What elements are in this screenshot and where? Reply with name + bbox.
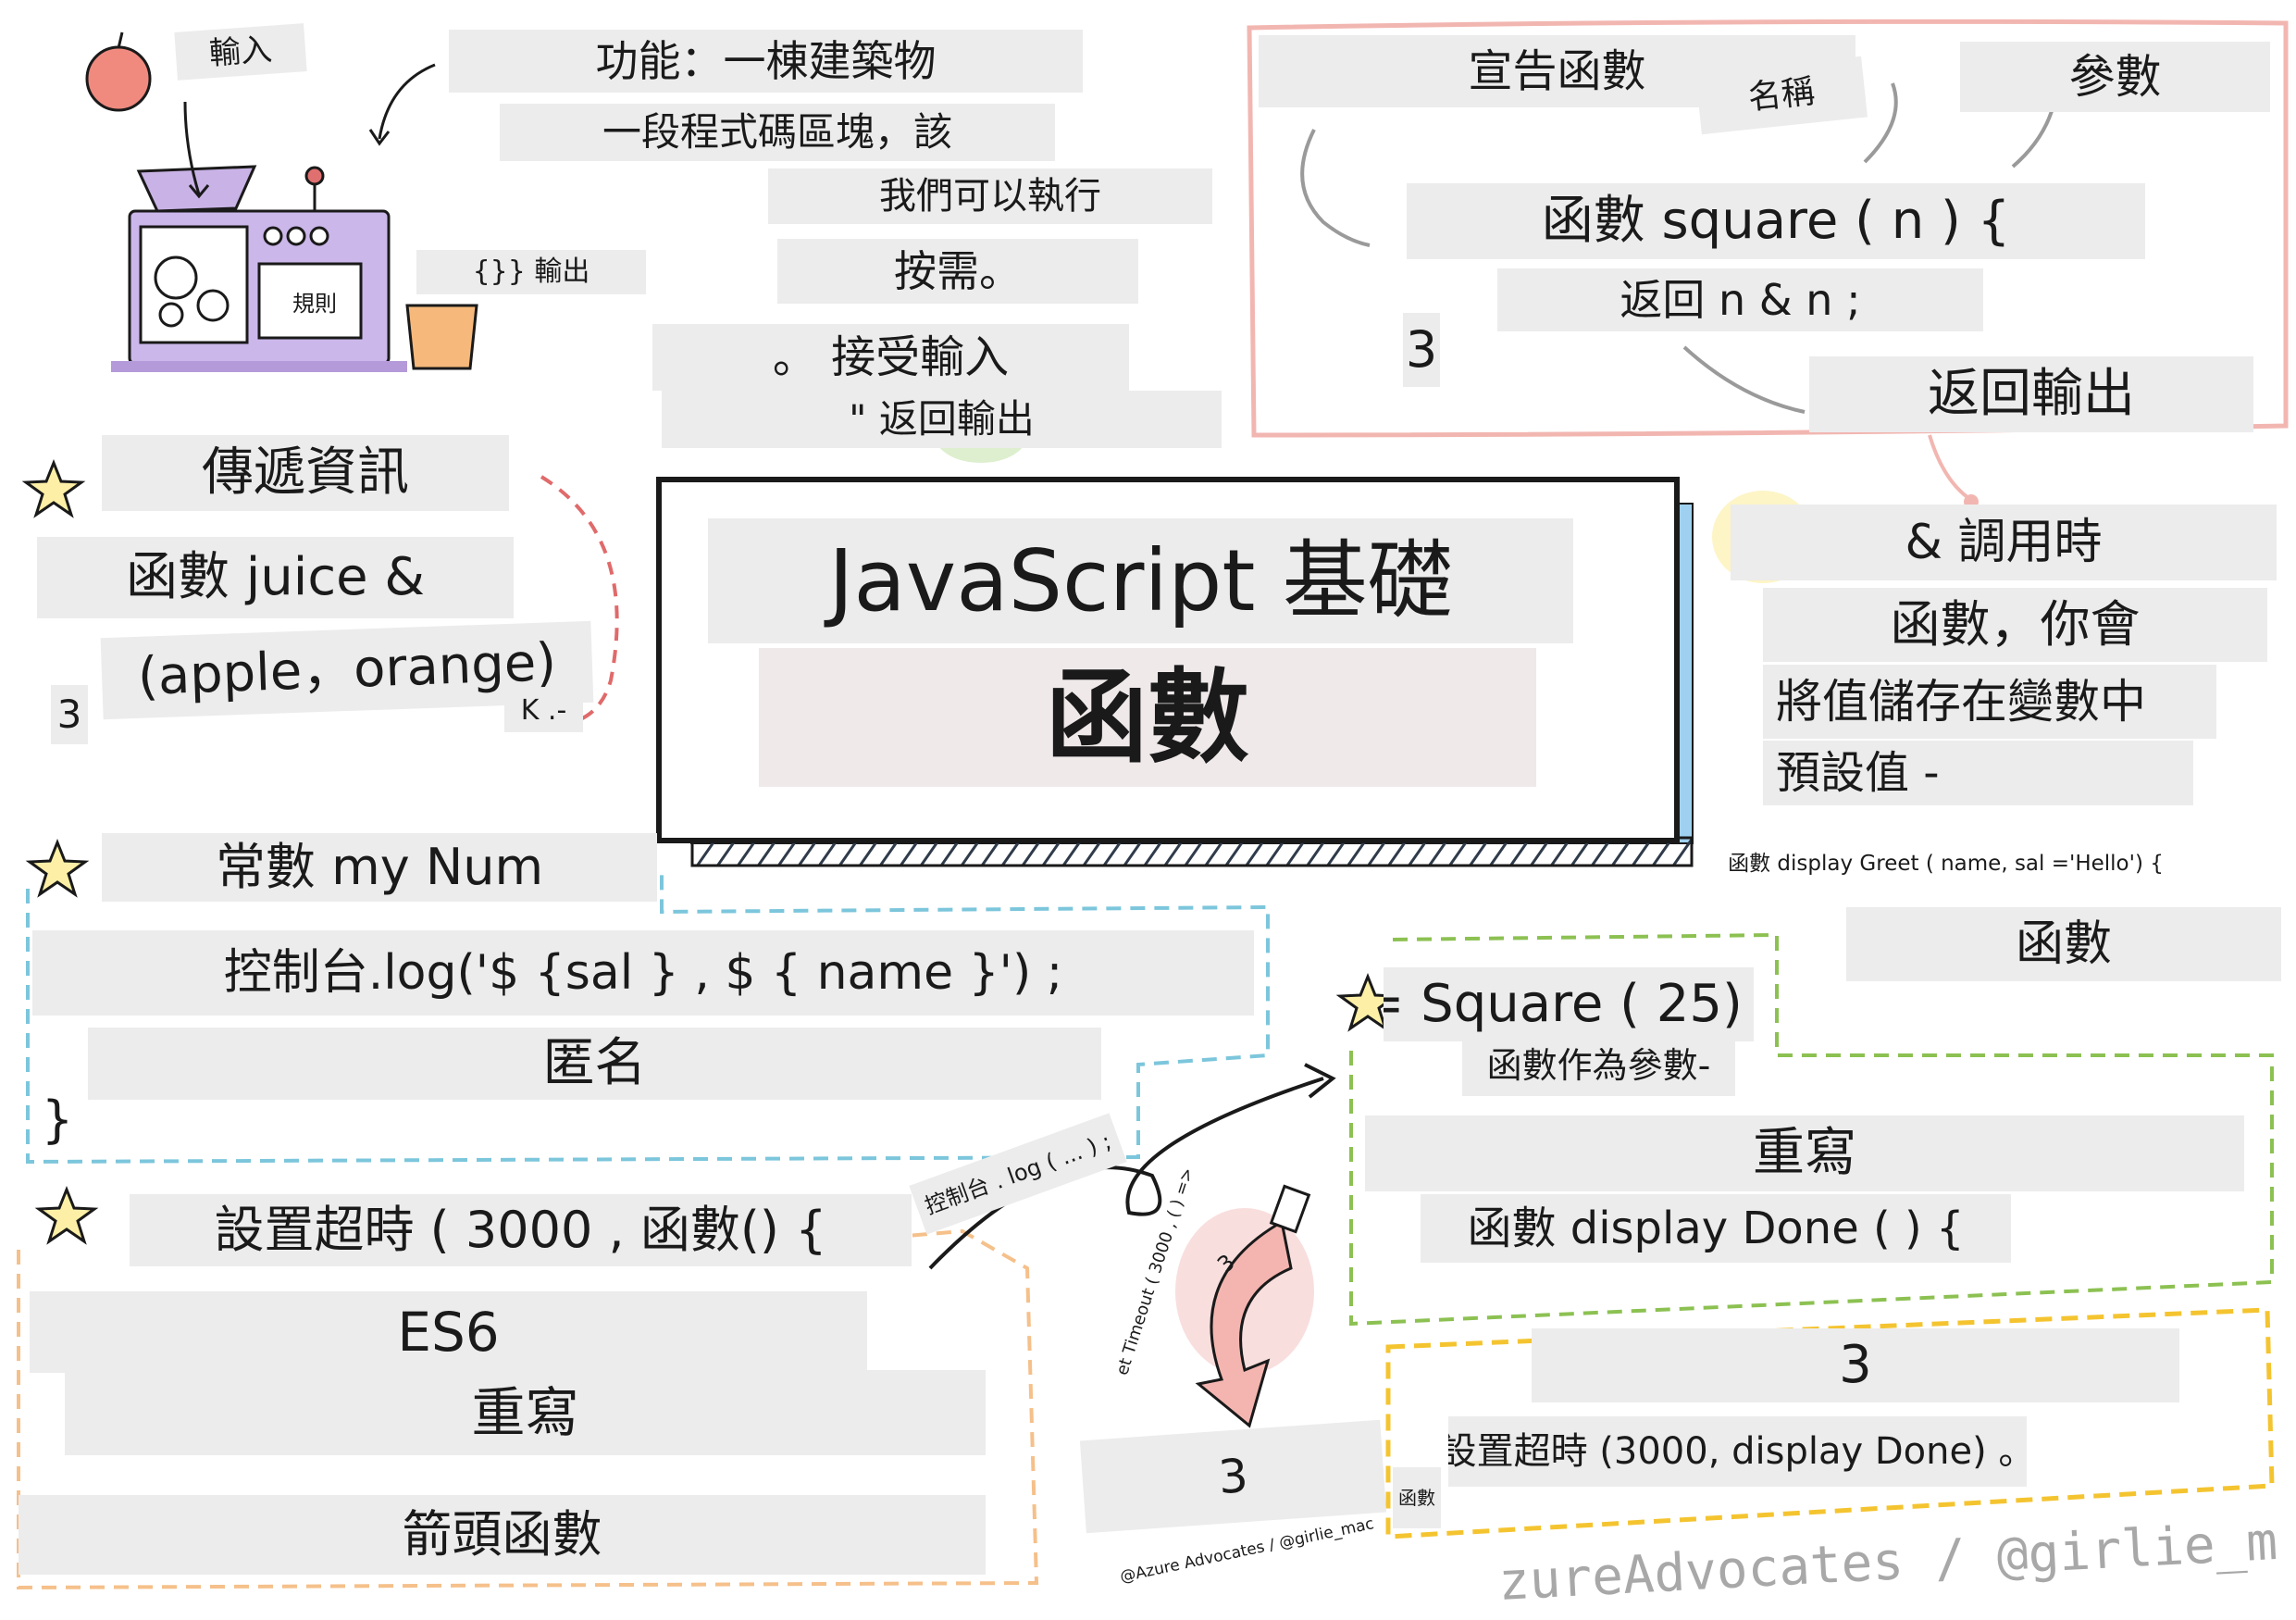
passing-code-line-1: 函數 juice & [37,537,514,618]
param-func-rewrite: 重寫 [1365,1115,2244,1191]
calling-line-2: 函數，你會 [1763,588,2267,662]
definition-line-3: 我們可以執行 [768,168,1212,224]
declare-code-line-2: 返回 n & n ; [1497,268,1983,331]
timeout-code-line-1: 設置超時 ( 3000 , 函數() { [130,1194,912,1266]
declare-params-tag: 參數 [1960,42,2270,112]
blue-dashed-frame [26,870,1270,1165]
param-func-code-line-2: 函數 display Done ( ) { [1421,1194,2011,1263]
definition-line-4: 按需。 [777,239,1138,304]
input-tag: 輸入 [174,23,307,81]
constant-closing-brace: } [41,1090,74,1149]
juice-glass-icon [405,304,478,370]
definition-line-5: 。 接受輸入 [652,324,1129,391]
small-square-icon [1269,1184,1311,1234]
calling-function-label: 函數 [1846,907,2281,981]
definition-line-6: " 返回輸出 [662,391,1222,448]
passing-note: K .- [504,690,583,732]
definition-line-1: 功能：一棟建築物 [449,30,1083,93]
return-output-tag: 返回輸出 [1809,356,2253,432]
output-tag: {}} 輸出 [416,250,646,294]
param-func-label: 函數作為參數- [1462,1035,1735,1096]
apple-icon [85,31,152,112]
timeout-rewrite: 重寫 [65,1370,986,1455]
passing-closing-brace: 3 [51,685,88,744]
calling-line-1: & 調用時 [1731,505,2277,580]
connector-curve [1928,434,1973,502]
param-func-tag: 函數 [1393,1467,1441,1528]
constant-code-line-1: 常數 my Num [102,833,657,902]
declare-code-line-1: 函數 square ( n ) { [1407,183,2145,259]
param-func-code-line-1: = Square ( 25) ; [1384,967,1754,1041]
page-title: JavaScript 基礎 [708,518,1573,643]
es6-label: ES6 [30,1291,867,1373]
param-func-closing-brace: 3 [1532,1328,2179,1402]
passing-title: 傳遞資訊 [102,435,509,511]
calling-line-3: 將值儲存在變數中 [1763,665,2216,739]
declare-closing-brace: 3 [1403,313,1440,387]
page-subtitle: 函數 [1046,658,1249,777]
definition-line-2: 一段程式碼區塊，該 [500,104,1055,161]
arrow-function-label: 箭頭函數 [19,1495,986,1575]
machine-icon [111,165,407,372]
calling-default-code: 函數 display Greet ( name, sal ='Hello') { [1728,851,2164,876]
param-func-code-line-3: 設置超時 (3000, display Done) 。 [1448,1416,2027,1487]
constant-code-line-2: 控制台.log('$ {sal } , $ { name }') ; [32,930,1254,1016]
rules-label: 規則 [292,291,337,317]
calling-line-4: 預設值 - [1763,741,2193,805]
anonymous-label: 匿名 [88,1028,1101,1100]
